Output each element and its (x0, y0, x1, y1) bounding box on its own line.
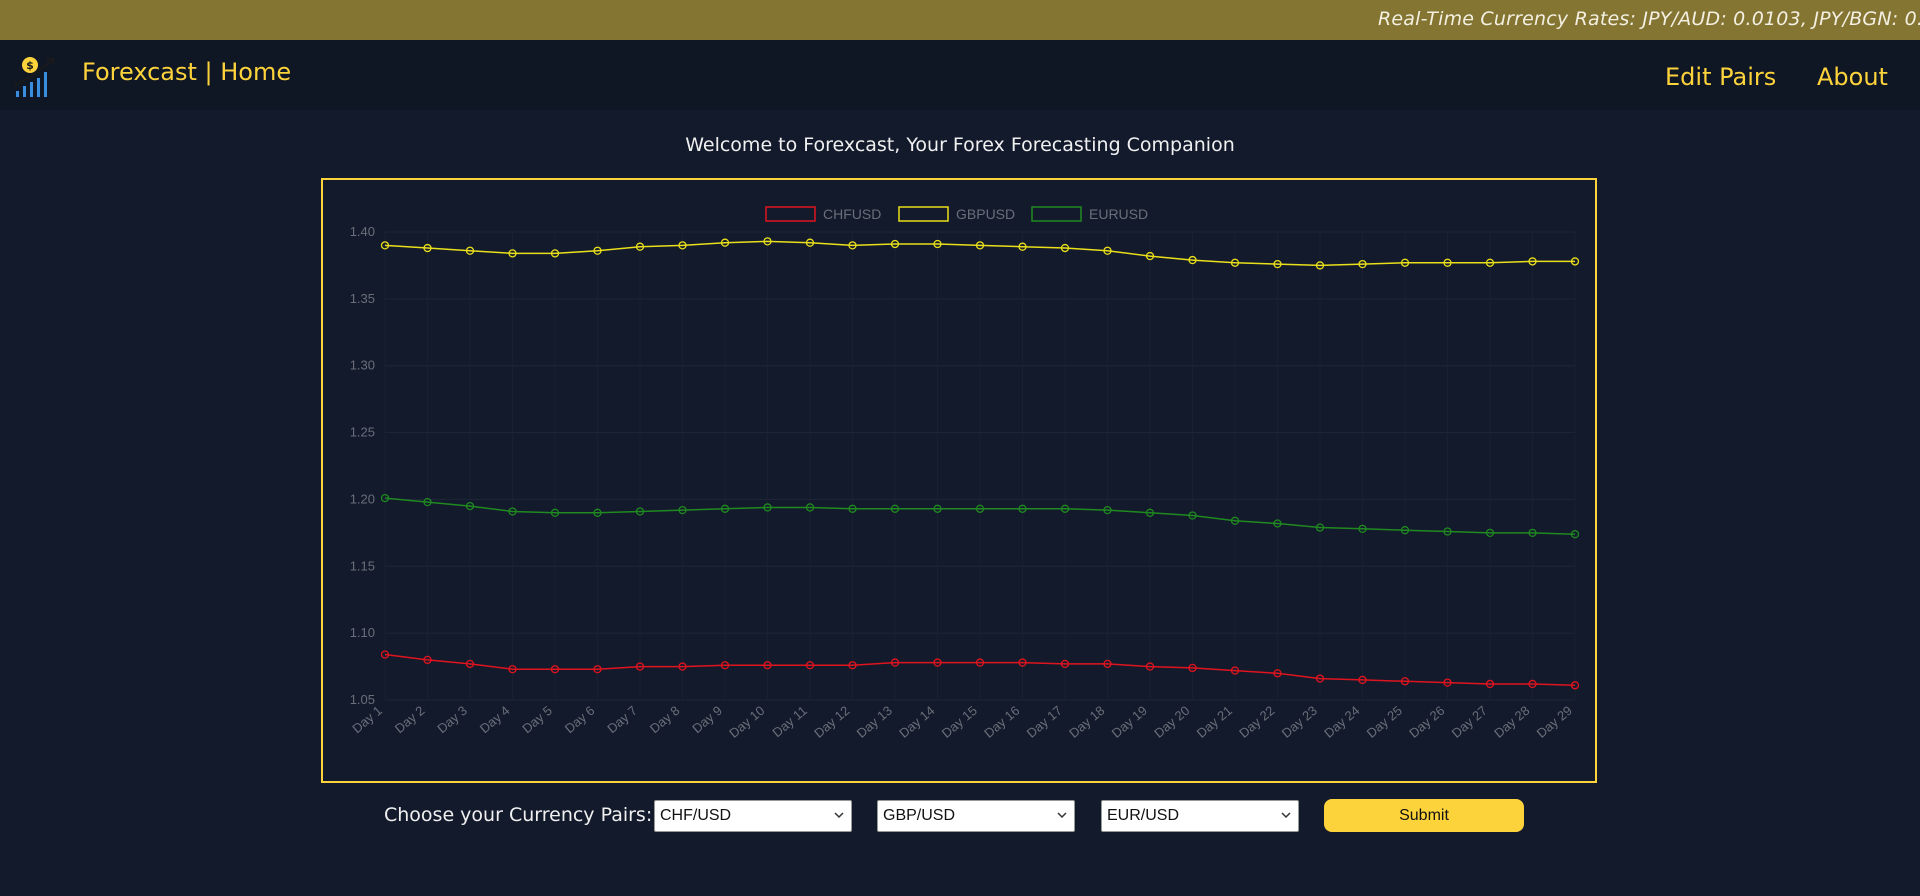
y-tick-label: 1.25 (350, 425, 375, 440)
legend-swatch (1031, 206, 1082, 222)
legend-label: CHFUSD (823, 206, 881, 222)
legend-label: EURUSD (1089, 206, 1148, 222)
svg-text:$: $ (26, 59, 34, 72)
y-tick-label: 1.15 (350, 558, 375, 573)
legend-swatch (898, 206, 949, 222)
x-tick-label: Day 21 (1194, 703, 1235, 741)
x-tick-label: Day 4 (477, 703, 513, 736)
x-tick-label: Day 15 (939, 703, 980, 741)
x-tick-label: Day 9 (689, 703, 725, 736)
chevron-down-icon (1057, 812, 1067, 819)
x-tick-label: Day 25 (1364, 703, 1405, 741)
x-tick-label: Day 18 (1066, 703, 1107, 741)
chevron-down-icon (834, 812, 844, 819)
legend-label: GBPUSD (956, 206, 1015, 222)
currency-pair-select-3[interactable]: EUR/USD (1101, 800, 1299, 832)
forecast-chart-svg: 1.401.351.301.251.201.151.101.05Day 1 Day… (349, 206, 1580, 741)
currency-pair-select-2[interactable]: GBP/USD (877, 800, 1075, 832)
legend-swatch (765, 206, 816, 222)
currency-pair-select-1[interactable]: CHF/USD (654, 800, 852, 832)
y-tick-label: 1.30 (350, 358, 375, 373)
x-tick-label: Day 6 (562, 703, 598, 736)
x-tick-label: Day 19 (1109, 703, 1150, 741)
y-tick-label: 1.20 (350, 491, 375, 506)
x-tick-label: Day 29 (1534, 703, 1575, 741)
x-tick-label: Day 5 (519, 703, 555, 736)
x-tick-label: Day 17 (1024, 703, 1065, 741)
welcome-heading: Welcome to Forexcast, Your Forex Forecas… (685, 134, 1235, 156)
x-tick-label: Day 23 (1279, 703, 1320, 741)
x-tick-label: Day 20 (1151, 703, 1192, 741)
x-tick-label: Day 22 (1236, 703, 1277, 741)
x-tick-label: Day 28 (1491, 703, 1532, 741)
navbar: $ Forexcast | Home Edit Pairs About (0, 40, 1920, 110)
nav-edit-pairs-link[interactable]: Edit Pairs (1665, 63, 1776, 91)
x-tick-label: Day 11 (769, 703, 809, 740)
x-tick-label: Day 8 (647, 703, 683, 736)
submit-button[interactable]: Submit (1324, 799, 1524, 832)
y-tick-label: 1.05 (350, 692, 375, 707)
x-tick-label: Day 2 (392, 703, 428, 736)
nav-about-link[interactable]: About (1817, 63, 1888, 91)
currency-ticker: Real-Time Currency Rates: JPY/AUD: 0.010… (0, 0, 1920, 40)
y-tick-label: 1.10 (350, 625, 375, 640)
y-tick-label: 1.40 (350, 224, 375, 239)
brand-home-link[interactable]: Forexcast | Home (82, 58, 291, 86)
currency-pairs-label: Choose your Currency Pairs: (384, 804, 653, 826)
select-1-value: CHF/USD (660, 807, 732, 824)
chevron-down-icon (1281, 812, 1291, 819)
x-tick-label: Day 3 (434, 703, 470, 736)
x-tick-label: Day 14 (896, 703, 937, 741)
x-tick-label: Day 27 (1449, 703, 1490, 741)
x-tick-label: Day 12 (811, 703, 852, 741)
x-tick-label: Day 24 (1321, 703, 1362, 741)
x-tick-label: Day 13 (854, 703, 895, 741)
ticker-text: Real-Time Currency Rates: JPY/AUD: 0.010… (1378, 8, 1920, 30)
y-tick-label: 1.35 (350, 291, 375, 306)
x-tick-label: Day 7 (604, 703, 640, 736)
x-tick-label: Day 26 (1406, 703, 1447, 741)
forex-logo-icon[interactable]: $ (10, 54, 60, 98)
forecast-chart: 1.40 1.35 1.30 1.25 1.20 1.15 1.10 1.05 Day 1 Day… (321, 178, 1597, 783)
x-tick-label: Day 1 (349, 703, 385, 736)
select-2-value: GBP/USD (883, 807, 956, 824)
x-tick-label: Day 16 (981, 703, 1022, 741)
select-3-value: EUR/USD (1107, 807, 1180, 824)
x-tick-label: Day 10 (726, 703, 767, 741)
